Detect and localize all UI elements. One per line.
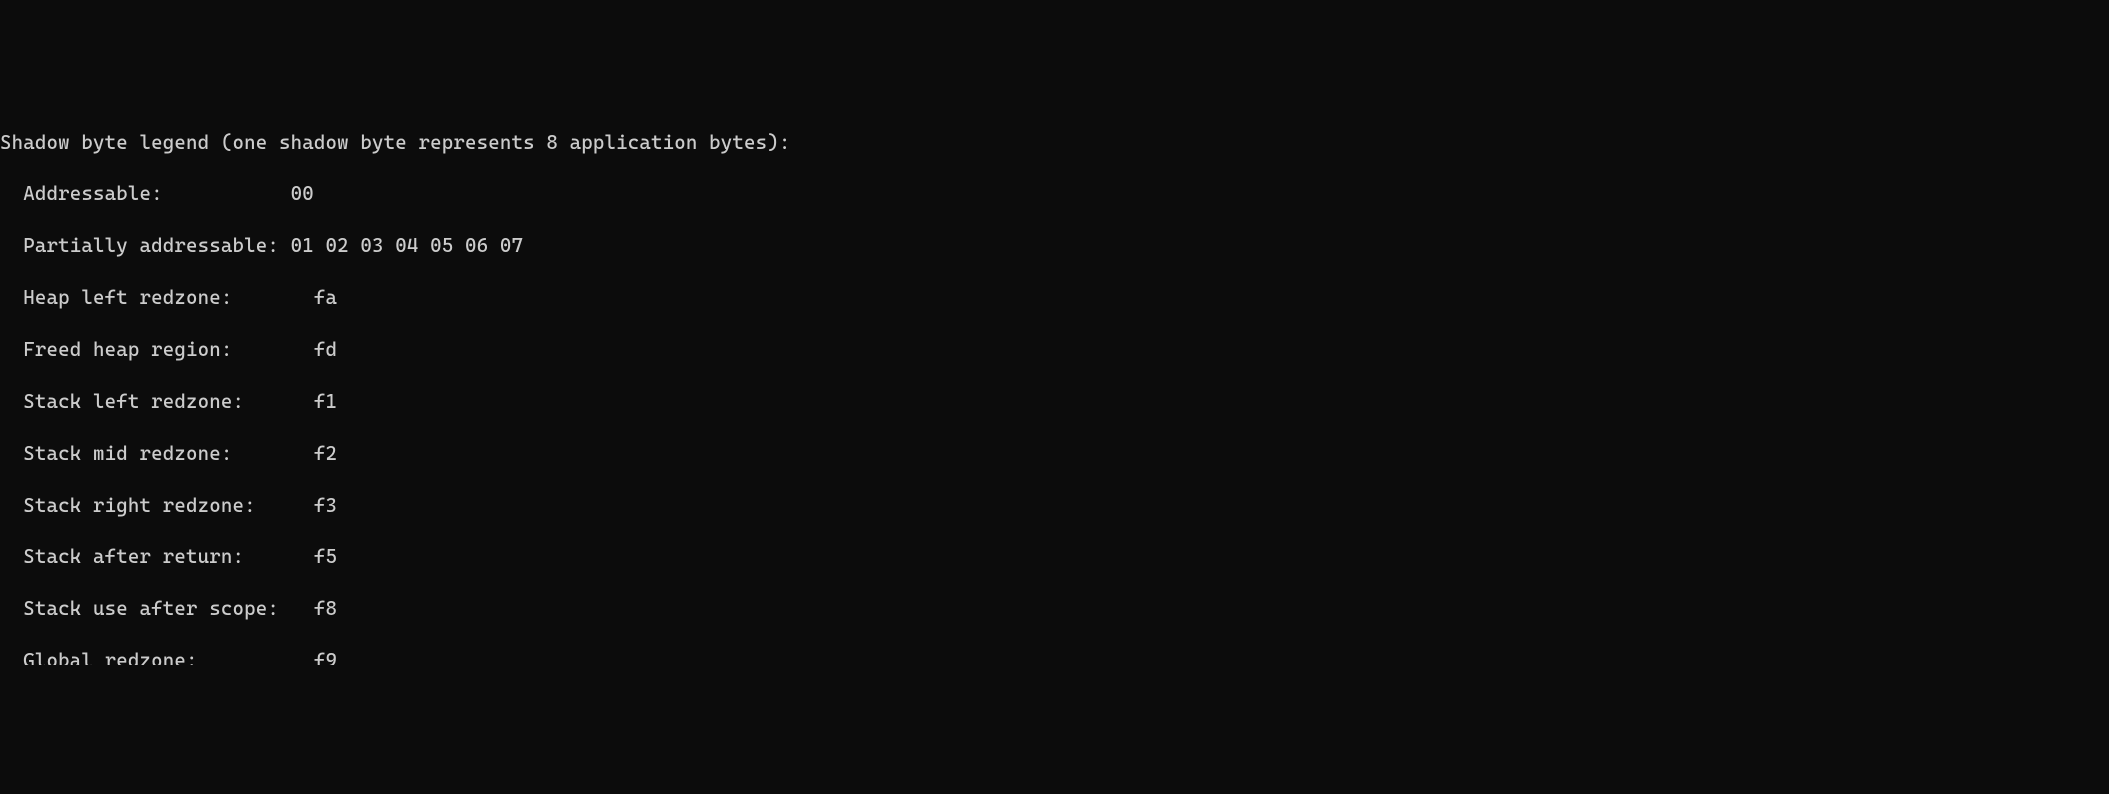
legend-row-freed-heap-region: Freed heap region: fd bbox=[0, 337, 2109, 363]
legend-value: 01 02 03 04 05 06 07 bbox=[291, 233, 524, 259]
legend-label: Stack use after scope: bbox=[0, 596, 314, 622]
legend-label: Freed heap region: bbox=[0, 337, 314, 363]
legend-value: f5 bbox=[314, 544, 337, 570]
legend-label: Global redzone: bbox=[0, 648, 314, 665]
legend-row-stack-after-return: Stack after return: f5 bbox=[0, 544, 2109, 570]
legend-value: f2 bbox=[314, 441, 337, 467]
legend-label: Heap left redzone: bbox=[0, 285, 314, 311]
legend-row-addressable: Addressable: 00 bbox=[0, 181, 2109, 207]
legend-row-partially-addressable: Partially addressable: 01 02 03 04 05 06… bbox=[0, 233, 2109, 259]
legend-row-global-redzone: Global redzone: f9 bbox=[0, 648, 2109, 665]
legend-value: fa bbox=[314, 285, 337, 311]
legend-title-row: Shadow byte legend (one shadow byte repr… bbox=[0, 130, 2109, 156]
legend-row-stack-mid-redzone: Stack mid redzone: f2 bbox=[0, 441, 2109, 467]
legend-label: Stack mid redzone: bbox=[0, 441, 314, 467]
legend-label: Partially addressable: bbox=[0, 233, 291, 259]
legend-label: Addressable: bbox=[0, 181, 291, 207]
legend-row-stack-use-after-scope: Stack use after scope: f8 bbox=[0, 596, 2109, 622]
legend-value: f8 bbox=[314, 596, 337, 622]
legend-value: 00 bbox=[291, 181, 314, 207]
legend-row-stack-right-redzone: Stack right redzone: f3 bbox=[0, 493, 2109, 519]
terminal-output: Shadow byte legend (one shadow byte repr… bbox=[0, 104, 2109, 665]
legend-row-stack-left-redzone: Stack left redzone: f1 bbox=[0, 389, 2109, 415]
legend-value: fd bbox=[314, 337, 337, 363]
legend-label: Stack right redzone: bbox=[0, 493, 314, 519]
legend-value: f1 bbox=[314, 389, 337, 415]
legend-title: Shadow byte legend (one shadow byte repr… bbox=[0, 130, 791, 156]
legend-value: f9 bbox=[314, 648, 337, 665]
legend-label: Stack left redzone: bbox=[0, 389, 314, 415]
legend-row-heap-left-redzone: Heap left redzone: fa bbox=[0, 285, 2109, 311]
legend-label: Stack after return: bbox=[0, 544, 314, 570]
legend-value: f3 bbox=[314, 493, 337, 519]
